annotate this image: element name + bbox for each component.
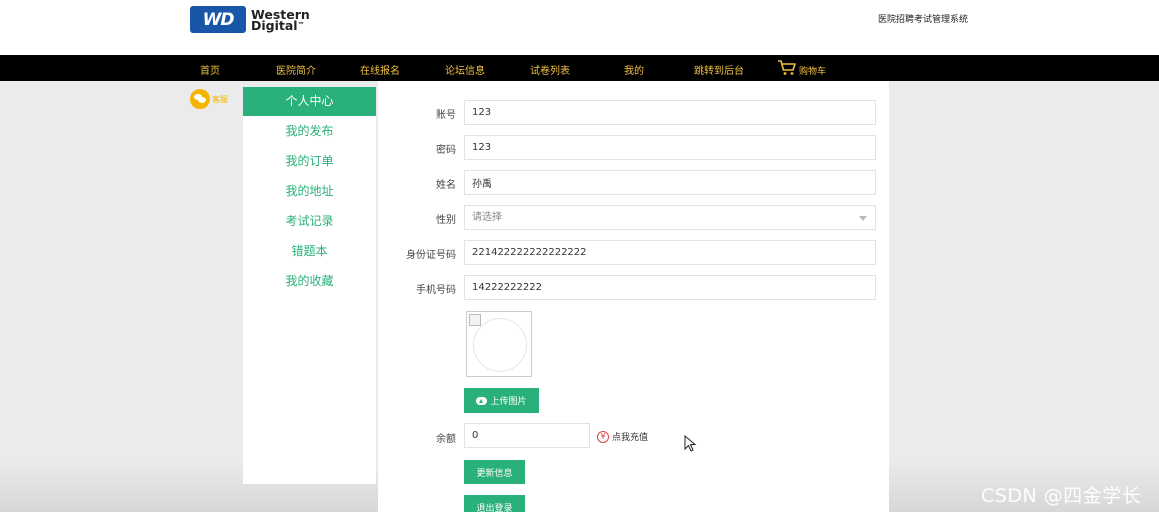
nav-online-register[interactable]: 在线报名 bbox=[360, 62, 400, 77]
customer-service-label: 客服 bbox=[212, 94, 228, 104]
profile-form: 账号 密码 姓名 性别 请选择 身份证号码 手机号码 上传图片 余额 ¥ 点我充… bbox=[378, 81, 889, 512]
upload-image-label: 上传图片 bbox=[490, 397, 527, 407]
phone-label: 手机号码 bbox=[416, 285, 456, 296]
logo-text: Western Digital™ bbox=[251, 8, 310, 33]
balance-input[interactable] bbox=[464, 423, 590, 448]
gender-label: 性别 bbox=[436, 215, 456, 226]
user-sidebar: 个人中心 我的发布 我的订单 我的地址 考试记录 错题本 我的收藏 bbox=[243, 87, 376, 484]
yen-icon: ¥ bbox=[597, 430, 609, 443]
header: WD Western Digital™ 医院招聘考试管理系统 bbox=[0, 0, 1159, 55]
id-card-input[interactable] bbox=[464, 240, 876, 265]
broken-image-icon bbox=[469, 314, 481, 326]
nav-cart[interactable]: 购物车 bbox=[799, 64, 826, 77]
account-input[interactable] bbox=[464, 100, 876, 125]
wechat-icon bbox=[190, 89, 210, 109]
sidebar-item-wrong-questions[interactable]: 错题本 bbox=[243, 236, 376, 266]
phone-input[interactable] bbox=[464, 275, 876, 300]
password-input[interactable] bbox=[464, 135, 876, 160]
customer-service[interactable]: 客服 bbox=[190, 89, 228, 109]
avatar-preview bbox=[466, 311, 532, 377]
cart-icon[interactable] bbox=[777, 59, 797, 76]
logo-trademark: ™ bbox=[297, 20, 305, 29]
logo-text-line2: Digital bbox=[251, 17, 298, 33]
avatar-placeholder bbox=[473, 318, 527, 372]
logo-badge: WD bbox=[190, 6, 246, 33]
main-navbar: 首页 医院简介 在线报名 论坛信息 试卷列表 我的 跳转到后台 购物车 bbox=[0, 55, 1159, 81]
sidebar-item-exam-records[interactable]: 考试记录 bbox=[243, 206, 376, 236]
sidebar-item-my-address[interactable]: 我的地址 bbox=[243, 176, 376, 206]
mouse-cursor-icon bbox=[684, 435, 697, 452]
site-title: 医院招聘考试管理系统 bbox=[878, 15, 969, 25]
recharge-label: 点我充值 bbox=[612, 433, 649, 443]
western-digital-logo[interactable]: WD Western Digital™ bbox=[190, 6, 310, 33]
sidebar-item-my-posts[interactable]: 我的发布 bbox=[243, 116, 376, 146]
sidebar-item-my-favorites[interactable]: 我的收藏 bbox=[243, 266, 376, 296]
gender-select-placeholder: 请选择 bbox=[472, 212, 502, 223]
gender-select[interactable]: 请选择 bbox=[464, 205, 876, 230]
nav-forum[interactable]: 论坛信息 bbox=[445, 62, 485, 77]
logout-button[interactable]: 退出登录 bbox=[464, 495, 525, 512]
nav-mine[interactable]: 我的 bbox=[624, 62, 644, 77]
id-card-label: 身份证号码 bbox=[406, 250, 456, 261]
update-info-button[interactable]: 更新信息 bbox=[464, 460, 525, 484]
nav-hospital-intro[interactable]: 医院简介 bbox=[276, 62, 316, 77]
name-label: 姓名 bbox=[436, 180, 456, 191]
upload-image-button[interactable]: 上传图片 bbox=[464, 388, 539, 413]
cloud-upload-icon bbox=[476, 396, 488, 405]
name-input[interactable] bbox=[464, 170, 876, 195]
sidebar-item-personal-center[interactable]: 个人中心 bbox=[243, 87, 376, 116]
password-label: 密码 bbox=[436, 145, 456, 156]
recharge-link[interactable]: ¥ 点我充值 bbox=[597, 430, 648, 443]
csdn-watermark: CSDN @四金学长 bbox=[981, 485, 1142, 507]
dropdown-arrow-icon bbox=[859, 216, 867, 221]
nav-home[interactable]: 首页 bbox=[200, 62, 220, 77]
nav-exam-list[interactable]: 试卷列表 bbox=[530, 62, 570, 77]
account-label: 账号 bbox=[436, 110, 456, 121]
balance-label: 余额 bbox=[436, 434, 456, 445]
nav-go-admin[interactable]: 跳转到后台 bbox=[694, 62, 744, 77]
sidebar-item-my-orders[interactable]: 我的订单 bbox=[243, 146, 376, 176]
